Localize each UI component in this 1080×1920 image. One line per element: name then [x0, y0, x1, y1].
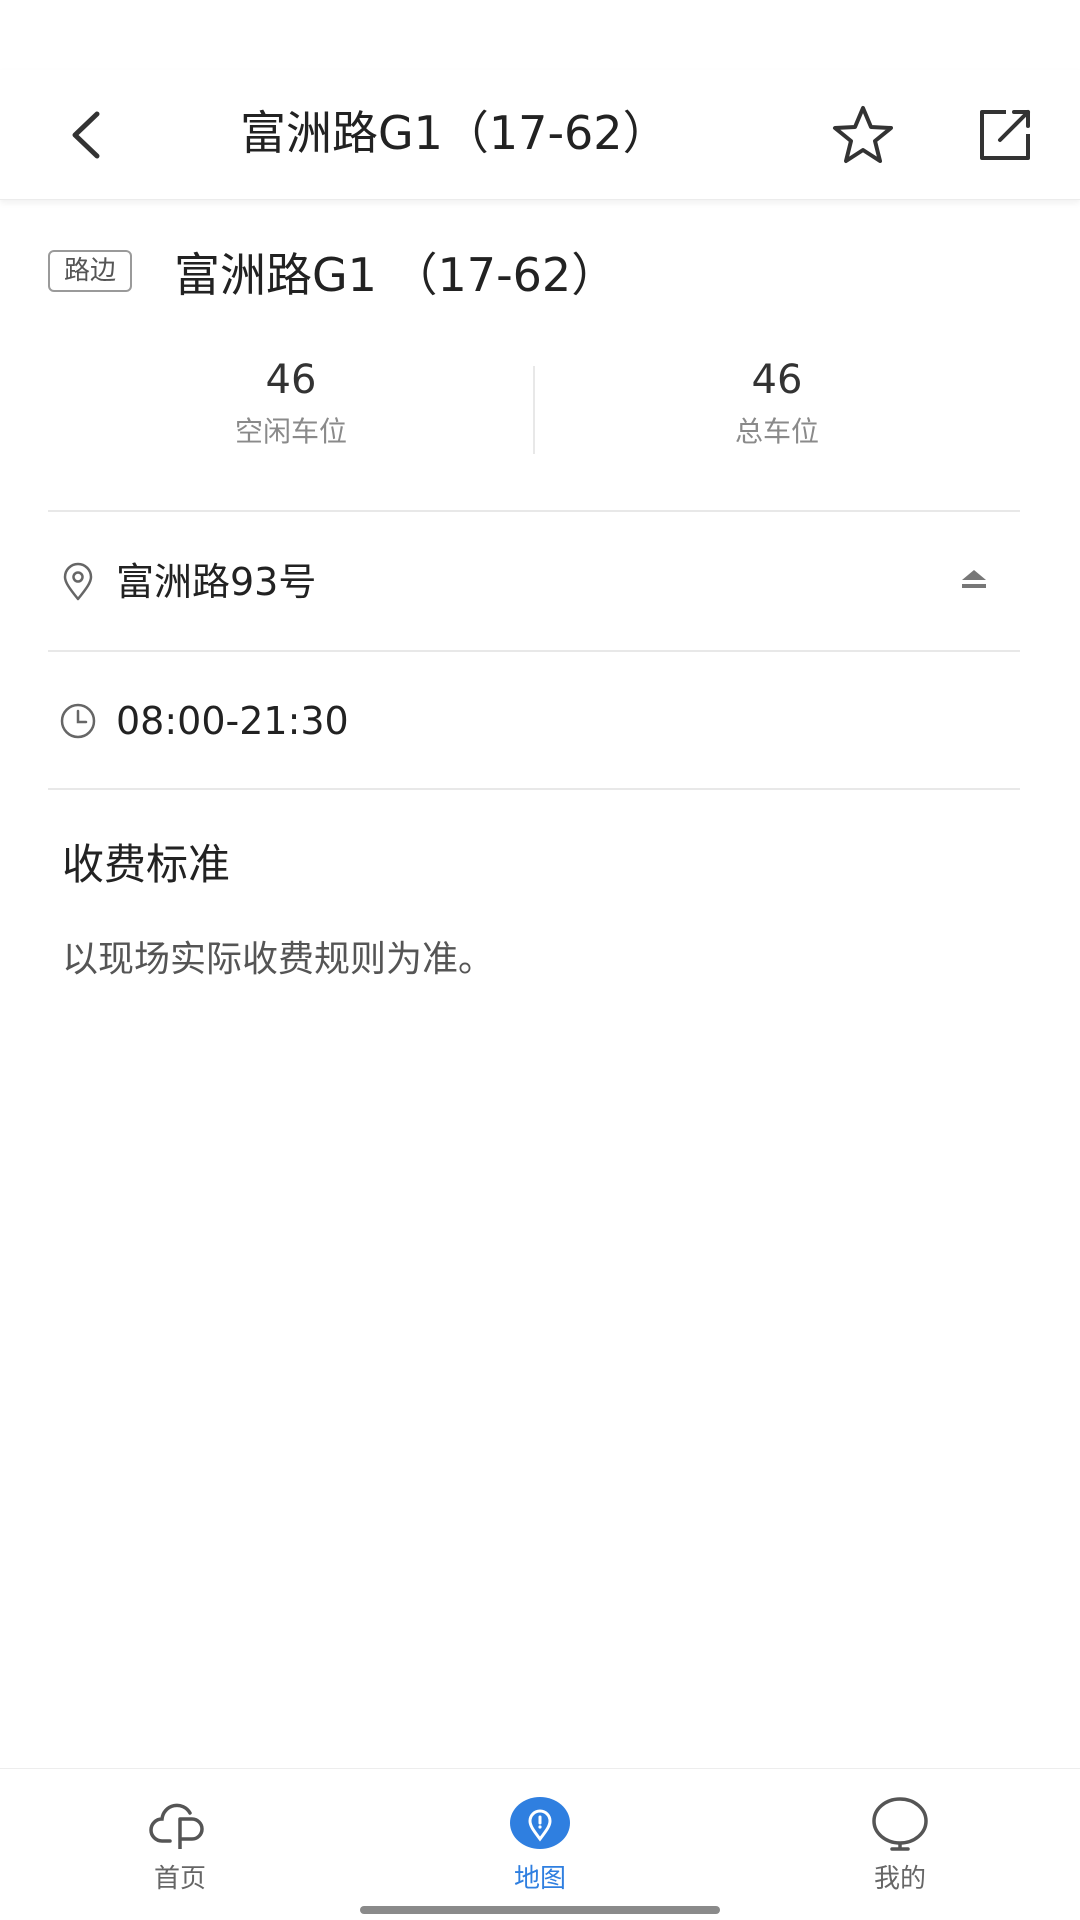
- status-bar: [0, 0, 1080, 70]
- back-button[interactable]: [55, 100, 125, 170]
- free-spaces-stat: 46 空闲车位: [48, 350, 534, 470]
- total-spaces-stat: 46 总车位: [534, 350, 1020, 470]
- total-spaces-label: 总车位: [734, 415, 819, 448]
- star-outline-icon: [833, 106, 893, 163]
- share-button[interactable]: [970, 100, 1040, 170]
- tab-home[interactable]: 首页: [80, 1769, 280, 1894]
- bottom-tab-bar: 首页 地图 我的: [0, 1768, 1080, 1920]
- favorite-button[interactable]: [828, 100, 898, 170]
- home-indicator: [360, 1906, 720, 1914]
- divider: [48, 510, 1020, 512]
- fee-section-title: 收费标准: [62, 840, 231, 889]
- chevron-left-icon: [72, 111, 100, 159]
- map-pin-icon: [510, 1797, 570, 1849]
- clock-icon: [60, 703, 96, 739]
- lot-type-badge: 路边: [48, 250, 133, 292]
- free-spaces-label: 空闲车位: [234, 415, 347, 448]
- fee-description: 以现场实际收费规则为准。: [62, 939, 495, 980]
- cloud-parking-icon: [149, 1803, 204, 1849]
- share-external-icon: [980, 110, 1030, 160]
- total-spaces-value: 46: [751, 357, 803, 403]
- tab-mine-label: 我的: [873, 1864, 926, 1894]
- page-title: 富洲路G1（17-62）: [240, 106, 669, 160]
- hours-text: 08:00-21:30: [116, 699, 349, 743]
- tab-map[interactable]: 地图: [440, 1769, 640, 1894]
- location-pin-icon: [63, 562, 93, 601]
- tab-home-label: 首页: [153, 1864, 206, 1894]
- tab-map-label: 地图: [513, 1864, 566, 1894]
- profile-bubble-icon: [872, 1797, 928, 1851]
- tab-mine[interactable]: 我的: [800, 1769, 1000, 1894]
- top-app-bar: 富洲路G1（17-62）: [0, 70, 1080, 200]
- hours-row: 08:00-21:30: [48, 686, 1020, 756]
- address-text: 富洲路93号: [116, 560, 317, 604]
- parking-stats: 46 空闲车位 46 总车位: [48, 350, 1020, 470]
- collapse-up-icon[interactable]: [956, 564, 992, 600]
- divider: [48, 788, 1020, 790]
- free-spaces-value: 46: [265, 357, 317, 403]
- lot-name: 富洲路G1 （17-62）: [174, 248, 618, 302]
- address-row[interactable]: 富洲路93号: [48, 547, 1020, 617]
- lot-name-row: 路边 富洲路G1 （17-62）: [48, 240, 1038, 310]
- divider: [48, 650, 1020, 652]
